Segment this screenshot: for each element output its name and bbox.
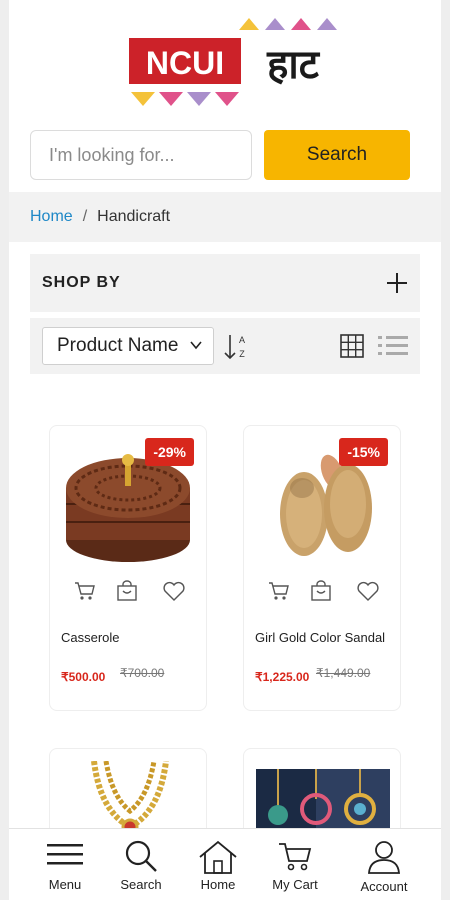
search-input[interactable] — [30, 130, 252, 180]
breadcrumb-home-link[interactable]: Home — [30, 208, 73, 226]
shop-by-label: SHOP BY — [42, 274, 121, 291]
breadcrumb: Home / Handicraft — [9, 192, 441, 242]
product-old-price: ₹700.00 — [120, 666, 165, 680]
shopping-bag-icon[interactable] — [116, 580, 138, 602]
hamburger-menu-icon — [47, 844, 83, 865]
svg-text:A: A — [239, 335, 245, 345]
product-name[interactable]: Casserole — [61, 630, 120, 645]
sort-selected-value: Product Name — [57, 335, 179, 356]
sort-select[interactable]: Product Name — [42, 327, 214, 365]
heart-icon[interactable] — [162, 580, 186, 602]
product-card[interactable] — [243, 748, 401, 839]
page: NCUI हाट Search Home / Handicraft SHOP B… — [9, 0, 441, 900]
grid-view-icon[interactable] — [340, 334, 364, 358]
add-to-cart-icon[interactable] — [268, 580, 290, 602]
product-price: ₹1,225.00 — [255, 670, 310, 684]
list-view-icon[interactable] — [378, 334, 408, 358]
heart-icon[interactable] — [356, 580, 380, 602]
shop-by-toggle[interactable]: SHOP BY — [30, 254, 420, 312]
discount-badge: -29% — [145, 438, 194, 466]
product-actions — [268, 580, 380, 604]
product-actions — [74, 580, 186, 604]
nav-account-label: Account — [360, 879, 408, 894]
product-price: ₹500.00 — [61, 670, 106, 684]
search-bar: Search — [30, 130, 410, 180]
home-icon — [199, 840, 237, 874]
discount-badge: -15% — [339, 438, 388, 466]
product-card[interactable] — [49, 748, 207, 838]
ncui-haat-logo[interactable]: NCUI हाट — [121, 16, 341, 110]
nav-search-label: Search — [120, 877, 162, 892]
search-button[interactable]: Search — [264, 130, 410, 180]
product-card[interactable]: -29% Casserole ₹500.00 ₹700.00 — [49, 425, 207, 711]
logo-devanagari-text: हाट — [266, 42, 321, 88]
sort-direction-icon[interactable]: A Z — [222, 332, 250, 362]
nav-home-label: Home — [200, 877, 236, 892]
breadcrumb-current: Handicraft — [97, 208, 171, 225]
nav-home[interactable]: Home — [183, 839, 253, 899]
logo-latin-text: NCUI — [146, 45, 224, 81]
svg-text:Z: Z — [239, 349, 245, 359]
search-icon — [125, 840, 157, 872]
shopping-bag-icon[interactable] — [310, 580, 332, 602]
chevron-down-icon — [190, 341, 202, 350]
sort-toolbar: Product Name A Z — [30, 318, 420, 374]
add-to-cart-icon[interactable] — [74, 580, 96, 602]
nav-menu-label: Menu — [48, 877, 82, 892]
product-card[interactable]: -15% Girl Gold Color Sandal ₹1,225.00 ₹1… — [243, 425, 401, 711]
cart-icon — [279, 843, 312, 871]
nav-cart-label: My Cart — [272, 877, 318, 892]
nav-account[interactable]: Account — [349, 839, 419, 899]
nav-search[interactable]: Search — [106, 839, 176, 899]
plus-icon — [386, 272, 408, 294]
breadcrumb-separator: / — [82, 208, 88, 225]
bottom-nav: Menu Search Home My Cart Account — [9, 828, 441, 900]
nav-cart[interactable]: My Cart — [260, 839, 330, 899]
user-icon — [368, 841, 400, 874]
product-name[interactable]: Girl Gold Color Sandal — [255, 630, 385, 645]
nav-menu[interactable]: Menu — [30, 839, 100, 899]
product-old-price: ₹1,449.00 — [316, 666, 371, 680]
